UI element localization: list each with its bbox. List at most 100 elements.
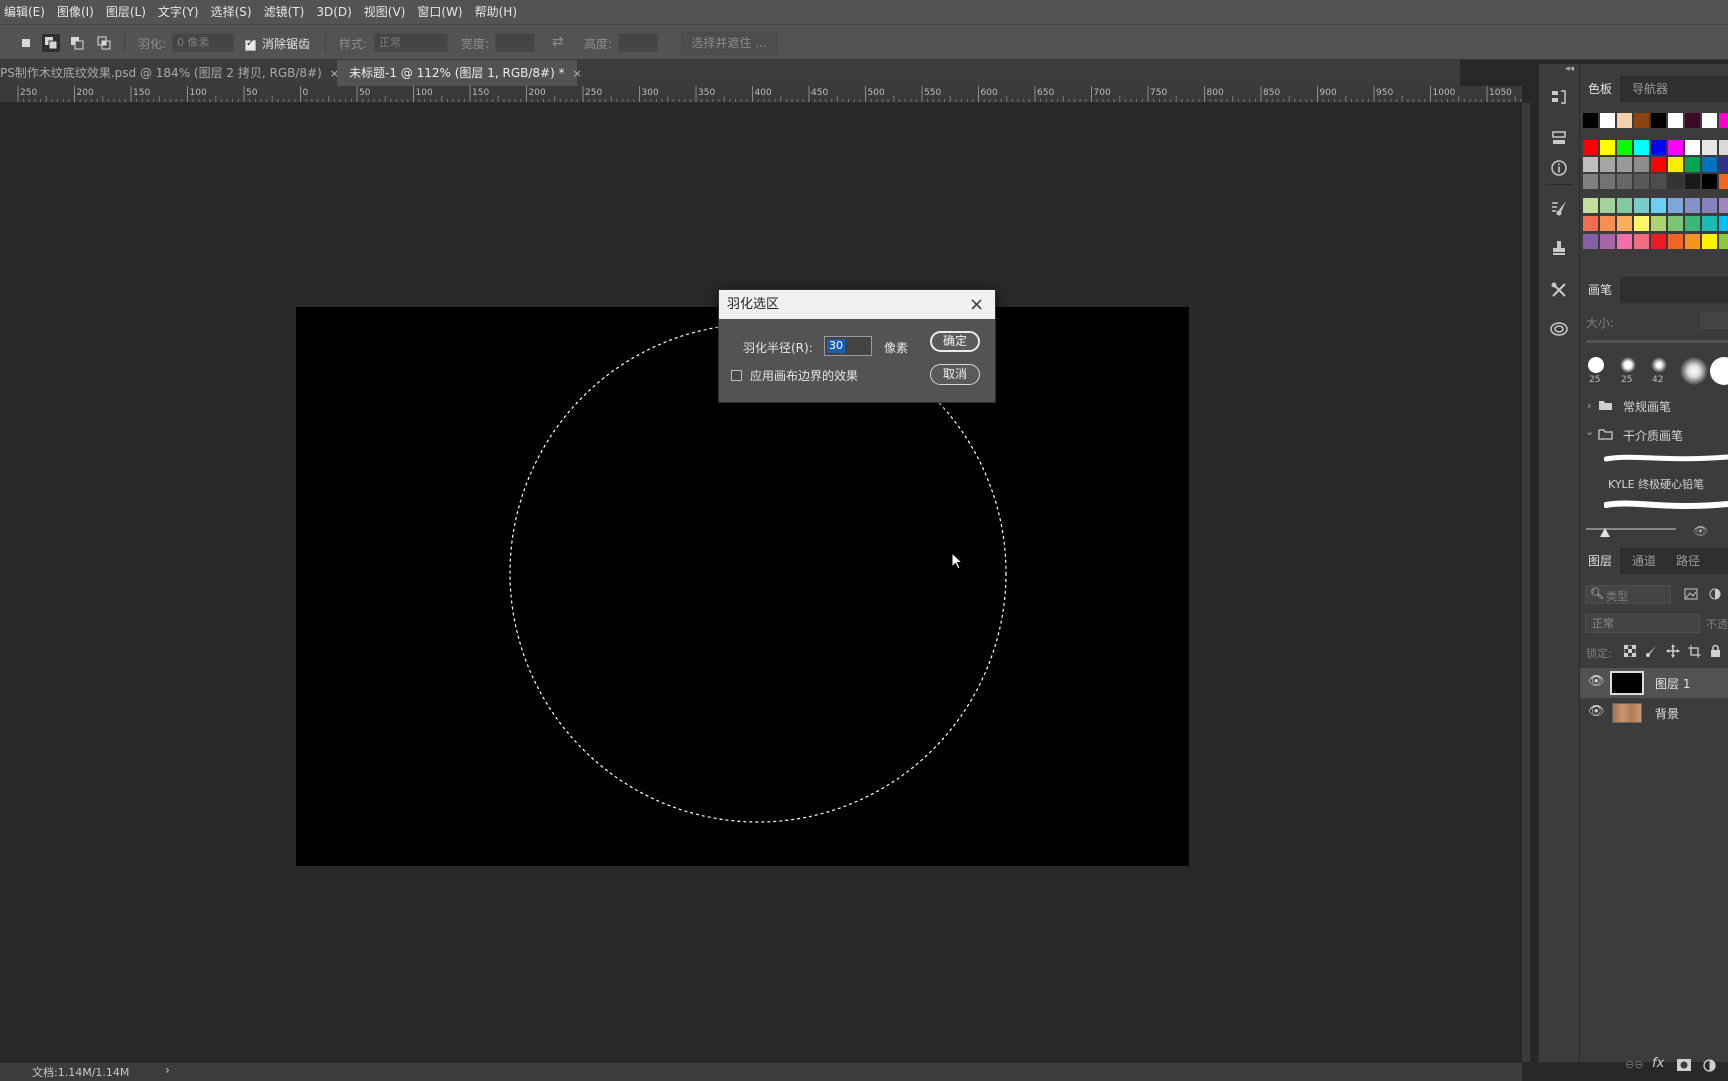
color-swatch[interactable] [1685,174,1700,189]
eye-icon[interactable]: 👁 [1588,704,1605,719]
filter-adjustment-icon[interactable] [1708,588,1722,600]
intersect-selection-icon[interactable] [95,34,113,52]
color-swatch[interactable] [1583,174,1598,189]
brush-preset-soft[interactable] [1620,357,1636,373]
select-and-mask-button[interactable]: 选择并遮住 ... [681,32,777,55]
color-swatch[interactable] [1719,234,1728,249]
cancel-button[interactable]: 取消 [930,364,980,385]
width-field[interactable] [495,33,535,52]
color-swatch[interactable] [1685,113,1700,128]
fx-icon[interactable]: fx [1652,1056,1664,1071]
menu-edit[interactable]: 编辑(E) [0,0,51,24]
vertical-scrollbar[interactable] [1522,103,1530,1062]
color-swatch[interactable] [1702,234,1717,249]
subtract-from-selection-icon[interactable] [68,34,86,52]
apply-canvas-checkbox[interactable] [731,370,742,381]
feather-radius-input[interactable]: 30 [824,336,872,356]
layer-row[interactable]: 👁 图层 1 [1580,668,1728,698]
color-swatch[interactable] [1685,157,1700,172]
properties-icon[interactable] [1548,127,1570,149]
color-swatch[interactable] [1600,174,1615,189]
tab-navigator[interactable]: 导航器 [1624,76,1676,102]
color-swatch[interactable] [1617,216,1632,231]
tool-presets-icon[interactable] [1548,279,1570,301]
color-swatch[interactable] [1651,198,1666,213]
menu-window[interactable]: 窗口(W) [411,0,468,24]
color-swatch[interactable] [1617,174,1632,189]
color-swatch[interactable] [1617,198,1632,213]
collapse-icon[interactable]: ◂◂ [1565,64,1574,74]
add-to-selection-icon[interactable] [42,34,60,52]
color-swatch[interactable] [1583,157,1598,172]
close-icon[interactable]: × [573,67,582,80]
color-swatch[interactable] [1719,198,1728,213]
color-swatch[interactable] [1634,198,1649,213]
brush-preset-soft-large[interactable] [1680,357,1708,385]
tab-wood-texture[interactable]: PS制作木纹底纹效果.psd @ 184% (图层 2 拷贝, RGB/8#) × [0,60,339,86]
lock-artboard-icon[interactable] [1688,645,1701,658]
adjustment-layer-icon[interactable] [1703,1059,1716,1072]
color-swatch[interactable] [1600,198,1615,213]
color-swatch[interactable] [1600,234,1615,249]
color-swatch[interactable] [1634,174,1649,189]
color-swatch[interactable] [1668,174,1683,189]
color-swatch[interactable] [1685,140,1700,155]
color-swatch[interactable] [1702,140,1717,155]
info-icon[interactable] [1548,157,1570,179]
clone-source-icon[interactable] [1548,237,1570,259]
color-swatch[interactable] [1719,140,1728,155]
color-swatch[interactable] [1685,198,1700,213]
color-swatch[interactable] [1719,113,1728,128]
color-swatch[interactable] [1617,140,1632,155]
color-swatch[interactable] [1702,174,1717,189]
color-swatch[interactable] [1651,140,1666,155]
color-swatch[interactable] [1634,234,1649,249]
slider-thumb-icon[interactable] [1600,528,1610,537]
color-swatch[interactable] [1634,216,1649,231]
color-swatch[interactable] [1634,140,1649,155]
color-swatch[interactable] [1634,157,1649,172]
lock-transparent-icon[interactable] [1624,645,1636,657]
lock-position-icon[interactable] [1666,644,1680,658]
color-swatch[interactable] [1702,157,1717,172]
layer-name[interactable]: 背景 [1655,705,1679,722]
close-icon[interactable]: × [969,290,984,319]
color-swatch[interactable] [1600,113,1615,128]
color-swatch[interactable] [1668,198,1683,213]
lock-all-icon[interactable] [1710,644,1721,657]
style-select[interactable]: 正常 [374,33,448,52]
menu-type[interactable]: 文字(Y) [152,0,205,24]
libraries-icon[interactable] [1548,318,1570,340]
menu-help[interactable]: 帮助(H) [469,0,523,24]
history-icon[interactable] [1548,86,1570,108]
color-swatch[interactable] [1719,216,1728,231]
color-swatch[interactable] [1651,113,1666,128]
status-menu-arrow[interactable]: › [165,1063,170,1077]
color-swatch[interactable] [1685,234,1700,249]
color-swatch[interactable] [1651,234,1666,249]
tab-paths[interactable]: 路径 [1668,548,1708,574]
color-swatch[interactable] [1668,234,1683,249]
layer-row[interactable]: 👁 背景 [1580,699,1728,727]
color-swatch[interactable] [1583,216,1598,231]
color-swatch[interactable] [1651,174,1666,189]
color-swatch[interactable] [1668,216,1683,231]
feather-field[interactable]: 0 像素 [172,33,234,52]
color-swatch[interactable] [1617,234,1632,249]
menu-select[interactable]: 选择(S) [205,0,258,24]
color-swatch[interactable] [1651,216,1666,231]
color-swatch[interactable] [1668,113,1683,128]
chevron-right-icon[interactable]: › [1587,399,1591,412]
new-selection-icon[interactable] [17,34,35,52]
color-swatch[interactable] [1719,174,1728,189]
menu-layer[interactable]: 图层(L) [100,0,152,24]
brush-preset-soft-42[interactable] [1651,357,1667,373]
color-swatch[interactable] [1600,140,1615,155]
color-swatch[interactable] [1600,157,1615,172]
color-swatch[interactable] [1583,140,1598,155]
menu-3d[interactable]: 3D(D) [310,0,357,24]
menu-view[interactable]: 视图(V) [358,0,412,24]
eye-icon[interactable]: 👁 [1588,674,1605,689]
tab-channels[interactable]: 通道 [1624,548,1664,574]
antialias-checkbox[interactable] [245,38,256,51]
